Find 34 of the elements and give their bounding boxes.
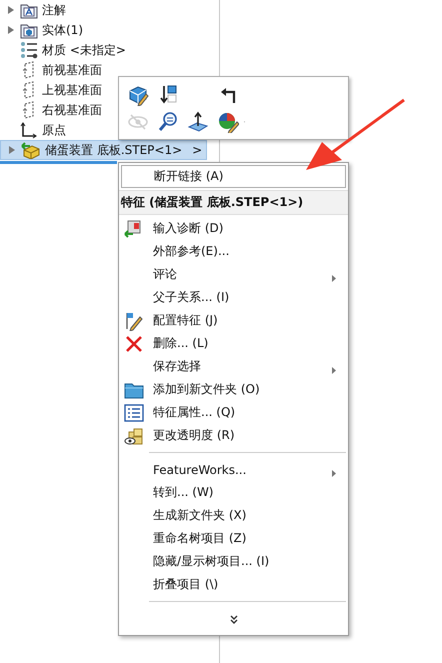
- tree-item[interactable]: 实体(1): [0, 20, 87, 40]
- menu-item[interactable]: 特征属性... (Q): [121, 401, 346, 424]
- menu-item[interactable]: 重命名树项目 (Z): [121, 527, 346, 550]
- menu-item[interactable]: 折叠项目 (\): [121, 573, 346, 596]
- menu-item[interactable]: 断开链接 (A): [121, 165, 346, 188]
- menu-item[interactable]: 删除... (L): [121, 332, 346, 355]
- menu-item[interactable]: FeatureWorks...: [121, 458, 346, 481]
- menu-item[interactable]: 外部参考(E)...: [121, 240, 346, 263]
- menu-title: 特征 (储蛋装置 底板.STEP<1>): [119, 190, 348, 215]
- menu-item[interactable]: 配置特征 (J): [121, 309, 346, 332]
- menu-item[interactable]: 更改透明度 (R): [121, 424, 346, 447]
- menu-item[interactable]: 评论: [121, 263, 346, 286]
- menu-item[interactable]: 添加到新文件夹 (O): [121, 378, 346, 401]
- menu-item[interactable]: 输入诊断 (D): [121, 217, 346, 240]
- axes-icon: [20, 121, 38, 139]
- delete-icon: [124, 334, 144, 354]
- configure-pencil-icon: [124, 310, 144, 330]
- tree-item[interactable]: 右视基准面: [0, 100, 106, 120]
- menu-item[interactable]: 转到... (W): [121, 481, 346, 504]
- tree-item[interactable]: 原点: [0, 120, 70, 140]
- menu-item[interactable]: 生成新文件夹 (X): [121, 504, 346, 527]
- tree-item[interactable]: 注解: [0, 0, 70, 20]
- properties-icon: [124, 402, 144, 422]
- tree-item[interactable]: 储蛋装置 底板.STEP<1> >: [0, 140, 208, 160]
- menu-item[interactable]: 保存选择: [121, 355, 346, 378]
- menu-item[interactable]: 隐藏/显示树项目... (I): [121, 550, 346, 573]
- tree-item[interactable]: 上视基准面: [0, 80, 106, 100]
- menu-item[interactable]: 父子关系... (I): [121, 286, 346, 309]
- tree-item[interactable]: 前视基准面: [0, 60, 106, 80]
- expand-more-icon[interactable]: [230, 614, 238, 624]
- part-icon: [21, 141, 41, 159]
- list-icon: [20, 41, 38, 59]
- tree-item[interactable]: 材质 <未指定>: [0, 40, 130, 60]
- transparency-icon: [124, 426, 144, 446]
